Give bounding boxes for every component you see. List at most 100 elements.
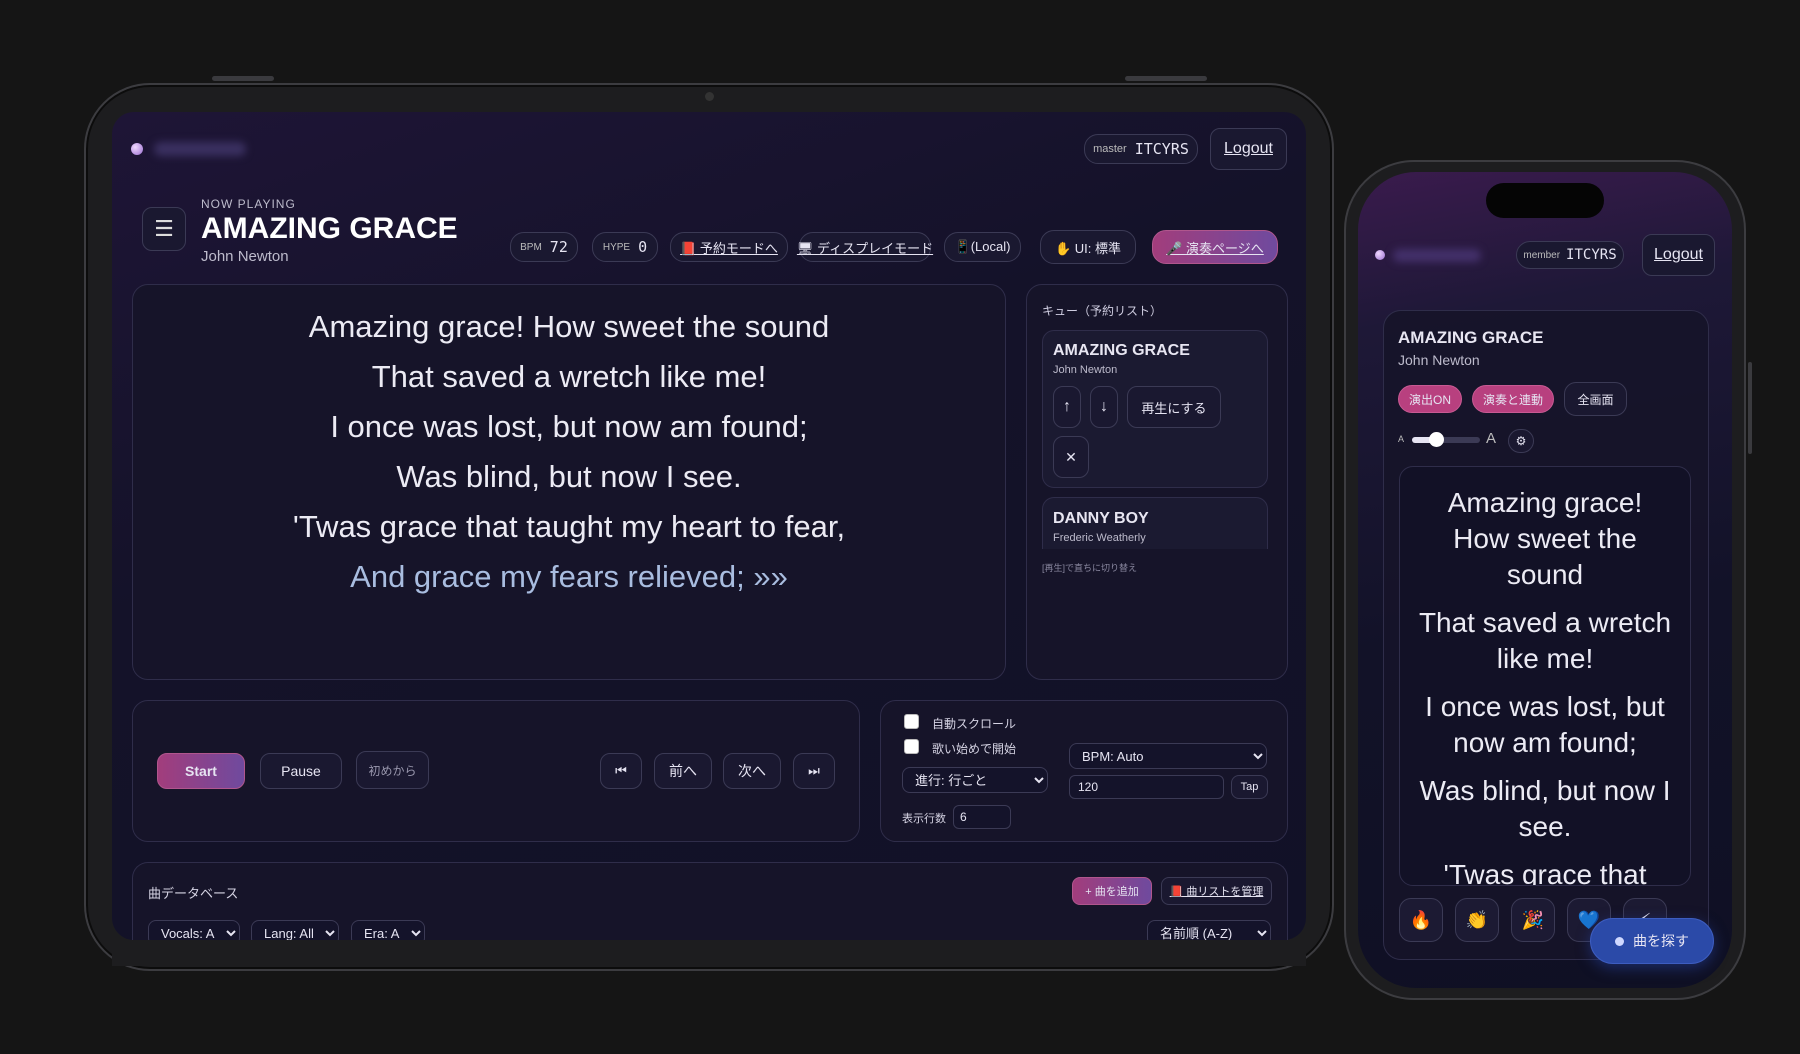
restart-button[interactable]: 初めから [356,751,429,789]
phone-lyrics-line: 'Twas grace that [1400,857,1690,886]
logout-button[interactable]: Logout [1210,128,1287,170]
settings-icon: ⚙ [1515,434,1527,448]
dynamic-island [1486,183,1604,218]
tablet-camera [705,92,714,101]
lines-input[interactable] [953,805,1011,829]
phone-lyrics-text: Was blind, but now I [1419,775,1671,806]
user-badge: master ITCYRS [1084,134,1198,164]
remove-from-queue-button[interactable]: ✕ [1053,436,1089,478]
queue-title: キュー（予約リスト） [1042,304,1163,318]
font-size-small-label: A [1398,434,1405,444]
add-song-button[interactable]: + 曲を追加 [1072,877,1152,905]
phone-logout-button[interactable]: Logout [1642,234,1715,276]
phone-user-role: member [1523,249,1561,261]
app-logo-blurred [154,142,246,156]
pause-button[interactable]: Pause [260,753,342,789]
phone-lyrics-text: sound [1506,559,1584,590]
skip-first-icon: ⏮ [615,763,627,778]
bpm-input[interactable] [1069,775,1224,799]
queue-item-artist: John Newton [1053,364,1118,376]
start-on-sing-checkbox[interactable] [904,739,919,754]
lyrics-current-line: And grace my fears relieved; »» [350,559,788,594]
phone-lyrics-line: Amazing grace! How sweet the sound [1400,485,1690,593]
fire-reaction-button[interactable]: 🔥 [1399,898,1443,942]
local-device-button[interactable]: 📱(Local) [944,232,1021,262]
phone-lyrics-line: I once was lost, but now am found; [1400,689,1690,761]
song-database-title: 曲データベース [148,886,239,901]
tablet-button-top-right [1125,76,1207,81]
bpm-select[interactable]: BPM: Auto [1069,743,1267,769]
phone-song-title: AMAZING GRACE [1398,328,1544,347]
clap-reaction-button[interactable]: 👏 [1455,898,1499,942]
phone-lyrics-text: Amazing grace! [1447,487,1643,518]
phone-user-badge: member ITCYRS [1516,241,1624,269]
queue-item-artist: Frederic Weatherly [1053,532,1146,544]
lines-label: 表示行数 [902,813,946,825]
phone-lyrics-text: 'Twas grace that [1443,859,1647,886]
find-song-label: 曲を探す [1633,933,1689,949]
phone-lyrics-text: like me! [1496,643,1594,674]
last-line-button[interactable]: ⏭ [793,753,835,789]
prev-button[interactable]: 前へ [654,753,712,789]
user-id: ITCYRS [1134,140,1189,158]
phone-side-button [1748,362,1752,454]
now-playing-eyebrow: NOW PLAYING [201,197,296,211]
bpm-label: BPM [520,241,542,253]
auto-scroll-checkbox[interactable] [904,714,919,729]
font-size-slider[interactable] [1412,432,1480,447]
phone-lyrics-text: now am found; [1453,727,1637,758]
phone-user-id: ITCYRS [1566,247,1617,263]
party-reaction-button[interactable]: 🎉 [1511,898,1555,942]
move-up-button[interactable]: ↑ [1053,386,1081,428]
font-size-slider-thumb[interactable] [1428,432,1444,447]
play-now-button[interactable]: 再生にする [1127,386,1221,428]
fullscreen-button[interactable]: 全画面 [1564,382,1627,416]
phone-lyrics-line: Was blind, but now I see. [1400,773,1690,845]
lyrics-line: That saved a wretch like me! [371,359,767,394]
auto-scroll-label: 自動スクロール [932,717,1017,731]
move-down-button[interactable]: ↓ [1090,386,1118,428]
effects-toggle[interactable]: 演出ON [1398,385,1462,413]
app-logo-dot [131,143,143,155]
lyrics-line: 'Twas grace that taught my heart to fear… [292,509,846,544]
phone-lyrics-text: That saved a wretch [1418,607,1672,638]
hype-value: 0 [638,238,648,256]
sync-toggle[interactable]: 演奏と連動 [1472,385,1554,413]
find-song-icon [1615,936,1624,946]
display-settings-button[interactable]: ⚙ [1508,429,1534,453]
queue-item-title: AMAZING GRACE [1053,342,1190,359]
progress-select[interactable]: 進行: 行ごと [902,767,1048,793]
start-on-sing-label: 歌い始めで開始 [932,742,1017,756]
queue-hint: [再生]で直ちに切り替え [1042,563,1138,573]
lyrics-line: Amazing grace! How sweet the sound [308,309,830,344]
phone-logo-dot [1375,250,1385,260]
find-song-button[interactable]: 曲を探す [1590,918,1714,964]
menu-button[interactable]: ☰ [142,207,186,251]
now-playing-artist: John Newton [201,248,289,265]
hamburger-icon: ☰ [154,216,174,241]
phone-song-artist: John Newton [1398,352,1480,368]
tablet-bottom-bezel [112,940,1306,966]
ui-mode-button[interactable]: ✋ UI: 標準 [1040,230,1136,264]
next-button[interactable]: 次へ [723,753,781,789]
skip-last-icon: ⏭ [808,763,820,778]
hype-label: HYPE [602,241,631,253]
display-mode-button[interactable]: 🖥 ディスプレイモード [797,232,933,262]
now-playing-title: AMAZING GRACE [201,212,458,245]
reserve-mode-button[interactable]: 📕 予約モードへ [670,232,788,262]
bpm-value: 72 [549,238,568,256]
bpm-badge: BPM 72 [510,232,578,262]
phone-lyrics-text: How sweet the [1453,523,1637,554]
phone-logo-blurred [1393,249,1481,262]
phone-lyrics-lines: Amazing grace! How sweet the sound That sav… [1400,485,1690,886]
perform-page-button[interactable]: 🎤 演奏ページへ [1152,230,1278,264]
first-line-button[interactable]: ⏮ [600,753,642,789]
lyrics-line: I once was lost, but now am found; [330,409,808,444]
phone-lyrics-line: That saved a wretch like me! [1400,605,1690,677]
phone-lyrics-text: I once was lost, but [1425,691,1665,722]
tap-button[interactable]: Tap [1231,775,1268,799]
manage-song-list-button[interactable]: 📕 曲リストを管理 [1161,877,1272,905]
user-role: master [1093,143,1127,155]
start-button[interactable]: Start [157,753,245,789]
phone-lyrics-panel: Amazing grace! How sweet the sound That sav… [1399,466,1691,886]
